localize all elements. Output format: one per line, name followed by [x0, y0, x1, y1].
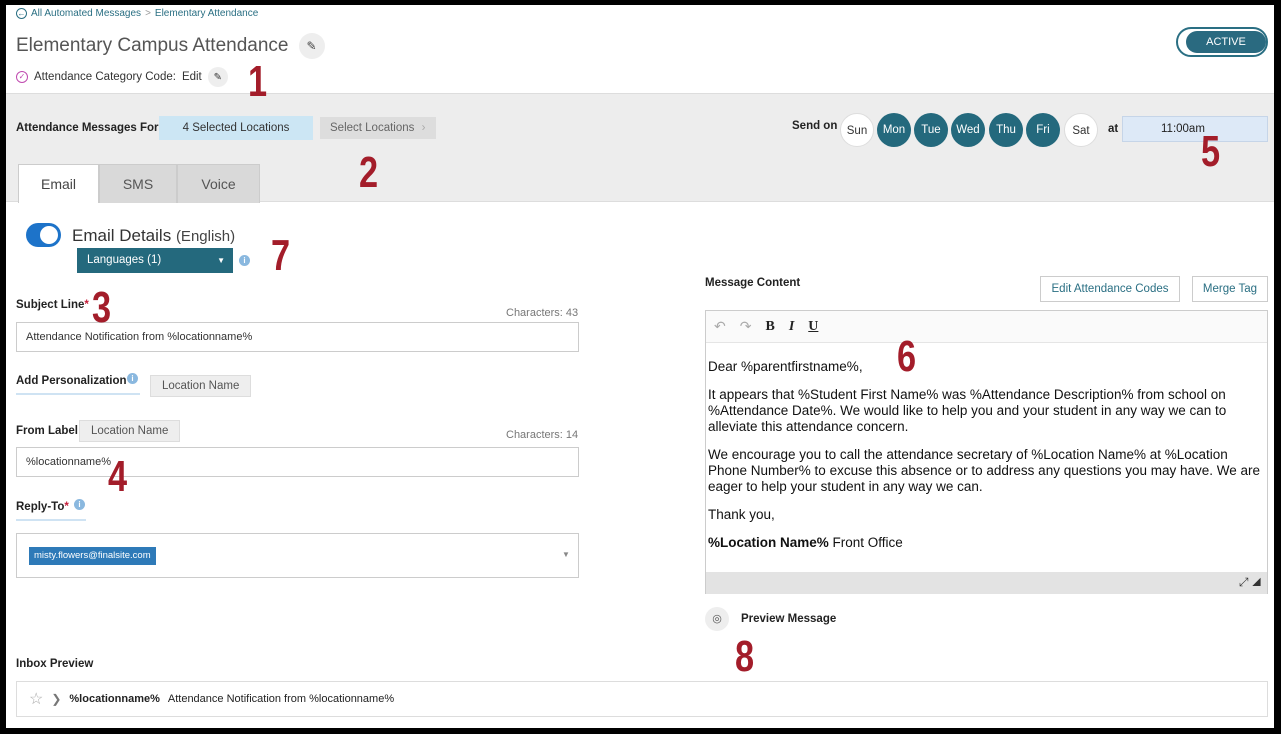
page-title-row: Elementary Campus Attendance ✎: [16, 33, 325, 59]
at-label: at: [1108, 123, 1119, 135]
redo-icon[interactable]: ↷: [740, 318, 752, 335]
breadcrumb-root-link[interactable]: All Automated Messages: [31, 8, 141, 19]
breadcrumb: ← All Automated Messages > Elementary At…: [16, 8, 258, 19]
tab-sms[interactable]: SMS: [99, 164, 177, 203]
annotation-2: 2: [359, 148, 379, 197]
back-arrow-icon[interactable]: ←: [16, 8, 27, 19]
from-label-label: From Label: [16, 425, 78, 437]
inbox-preview-label: Inbox Preview: [16, 658, 94, 670]
annotation-8: 8: [735, 632, 755, 681]
reply-to-label: Reply-To*: [16, 501, 69, 513]
message-greeting: Dear %parentfirstname%,: [708, 359, 863, 374]
day-thu-button[interactable]: Thu: [989, 113, 1023, 147]
info-icon[interactable]: i: [239, 255, 250, 266]
edit-title-pencil-icon[interactable]: ✎: [298, 33, 325, 59]
info-icon[interactable]: i: [127, 373, 138, 384]
send-time-input[interactable]: 11:00am: [1122, 116, 1268, 142]
day-fri-button[interactable]: Fri: [1026, 113, 1060, 147]
category-code-label: Attendance Category Code:: [34, 71, 176, 83]
resize-icon[interactable]: ⤢ ◢: [1239, 575, 1261, 590]
app-window: ← All Automated Messages > Elementary At…: [6, 5, 1274, 728]
undo-icon[interactable]: ↶: [714, 318, 726, 335]
message-editor[interactable]: ↶ ↷ B I U Dear %parentfirstname%, It app…: [705, 310, 1268, 594]
edit-category-pencil-icon[interactable]: ✎: [207, 67, 228, 87]
message-paragraph-2: We encourage you to call the attendance …: [708, 447, 1261, 494]
inbox-preview-subject: Attendance Notification from %locationna…: [167, 693, 395, 705]
star-icon: ☆: [29, 691, 44, 708]
inbox-preview-from: %locationname%: [69, 693, 160, 705]
from-label-input[interactable]: %locationname%: [16, 447, 579, 477]
message-content-label: Message Content: [705, 277, 801, 289]
reply-to-email-chip[interactable]: misty.flowers@finalsite.com: [29, 547, 156, 565]
check-circle-icon: ✓: [16, 71, 28, 83]
annotation-6: 6: [897, 332, 917, 381]
chevron-right-icon: ›: [421, 122, 426, 134]
languages-dropdown[interactable]: Languages (1) ▼: [77, 248, 233, 273]
select-locations-label: Select Locations: [330, 122, 415, 134]
email-details-toggle[interactable]: [26, 223, 61, 247]
email-details-language-note: (English): [175, 228, 236, 245]
annotation-7: 7: [271, 231, 291, 280]
select-locations-button[interactable]: Select Locations ›: [320, 117, 436, 139]
info-icon[interactable]: i: [74, 499, 85, 510]
breadcrumb-current[interactable]: Elementary Attendance: [155, 8, 258, 19]
active-status-label: ACTIVE: [1186, 31, 1266, 53]
day-sat-button[interactable]: Sat: [1064, 113, 1098, 147]
from-label-location-name-pill[interactable]: Location Name: [79, 420, 181, 442]
category-code-row: ✓ Attendance Category Code: Edit ✎: [16, 67, 228, 87]
caret-down-icon: ▼: [217, 256, 225, 265]
breadcrumb-separator: >: [145, 8, 151, 19]
message-paragraph-1: It appears that %Student First Name% was…: [708, 387, 1227, 434]
tab-email[interactable]: Email: [18, 164, 99, 203]
from-label-char-count: Characters: 14: [506, 429, 579, 441]
email-details-title-text: Email Details: [72, 226, 172, 245]
inbox-preview-row: ☆ ❯ %locationname% Attendance Notificati…: [16, 681, 1268, 717]
underline-button[interactable]: U: [808, 319, 818, 335]
send-on-label: Send on: [792, 120, 838, 132]
tab-voice[interactable]: Voice: [177, 164, 260, 203]
day-wed-button[interactable]: Wed: [951, 113, 985, 147]
message-closing: Thank you,: [708, 507, 775, 522]
selected-locations-badge: 4 Selected Locations: [159, 116, 313, 140]
languages-dropdown-label: Languages (1): [87, 254, 162, 266]
add-personalization-label: Add Personalization: [16, 375, 127, 387]
reply-to-label-text: Reply-To: [16, 501, 65, 513]
bold-button[interactable]: B: [765, 319, 774, 335]
day-mon-button[interactable]: Mon: [877, 113, 911, 147]
subject-char-count: Characters: 43: [506, 307, 579, 319]
merge-tag-button[interactable]: Merge Tag: [1192, 276, 1268, 302]
day-tue-button[interactable]: Tue: [914, 113, 948, 147]
message-signature-rest: Front Office: [828, 535, 903, 550]
day-sun-button[interactable]: Sun: [840, 113, 874, 147]
importance-marker-icon: ❯: [51, 692, 62, 706]
email-details-title: Email Details (English): [72, 226, 235, 246]
message-signature: %Location Name% Front Office: [708, 535, 1265, 551]
subject-line-label: Subject Line*: [16, 299, 89, 311]
attendance-messages-for-label: Attendance Messages For: [16, 122, 159, 134]
edit-attendance-codes-button[interactable]: Edit Attendance Codes: [1040, 276, 1180, 302]
category-code-edit[interactable]: Edit: [182, 71, 202, 83]
page-title: Elementary Campus Attendance: [16, 35, 289, 56]
editor-toolbar: ↶ ↷ B I U: [706, 311, 1267, 343]
message-signature-bold: %Location Name%: [708, 535, 829, 550]
required-mark: *: [84, 299, 89, 311]
annotation-5: 5: [1201, 127, 1221, 176]
personalization-underline: [16, 393, 140, 395]
italic-button[interactable]: I: [789, 319, 794, 335]
annotation-1: 1: [248, 57, 268, 106]
annotation-4: 4: [108, 452, 128, 501]
annotation-3: 3: [92, 283, 112, 332]
subject-line-label-text: Subject Line: [16, 299, 85, 311]
required-mark: *: [64, 501, 69, 513]
eye-icon[interactable]: ◎: [705, 607, 729, 631]
caret-down-icon[interactable]: ▼: [562, 550, 570, 559]
personalization-location-name-pill[interactable]: Location Name: [150, 375, 252, 397]
active-status-toggle[interactable]: ACTIVE: [1176, 27, 1268, 57]
preview-message-link[interactable]: Preview Message: [741, 613, 836, 625]
editor-status-bar: ⤢ ◢: [706, 572, 1267, 594]
message-body[interactable]: Dear %parentfirstname%, It appears that …: [706, 359, 1267, 563]
reply-to-underline: [16, 519, 86, 521]
